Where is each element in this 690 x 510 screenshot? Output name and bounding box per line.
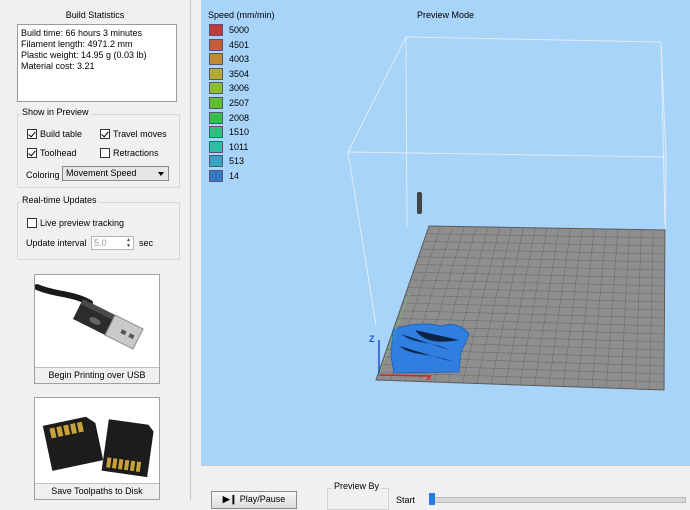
legend-value: 1510 (229, 127, 250, 138)
build-table-checkbox[interactable]: Build table (27, 129, 82, 139)
legend-value: 1011 (229, 141, 249, 152)
retractions-checkbox[interactable]: Retractions (100, 148, 159, 158)
save-toolpaths-label: Save Toolpaths to Disk (35, 483, 159, 499)
legend-value: 2008 (229, 112, 250, 123)
sd-card-icon (42, 416, 154, 478)
legend-value: 4501 (229, 39, 250, 50)
preview-3d-scene: ✕ (347, 36, 667, 391)
build-table-label: Build table (40, 129, 83, 139)
legend-item: 2008 (209, 111, 250, 124)
realtime-updates-group: Real-time Updates (17, 195, 180, 260)
legend-item: 4501 (209, 38, 250, 51)
legend-item: 4003 (209, 53, 250, 66)
legend-swatch (209, 53, 223, 66)
coloring-label: Coloring (26, 170, 60, 180)
legend-item: 1011 (209, 140, 249, 153)
stat-material-cost: Material cost: 3.21 (21, 61, 95, 71)
coloring-value: Movement Speed (66, 168, 137, 178)
legend-title: Speed (mm/min) (208, 10, 275, 20)
begin-printing-usb-button[interactable]: Begin Printing over USB (34, 274, 160, 384)
svg-text:✕: ✕ (425, 373, 433, 383)
legend-value: 513 (229, 156, 245, 167)
legend-value: 3504 (229, 68, 250, 79)
legend-swatch (209, 126, 223, 139)
build-statistics-title: Build Statistics (65, 10, 125, 20)
retractions-check-icon[interactable] (100, 148, 110, 158)
legend-value: 4003 (229, 54, 250, 65)
update-interval-unit: sec (139, 238, 154, 248)
stat-filament-length: Filament length: 4971.2 mm (21, 39, 133, 49)
preview-by-group: Preview By (327, 481, 389, 510)
start-slider-track[interactable] (429, 497, 686, 503)
live-preview-tracking-checkbox[interactable]: Live preview tracking (27, 218, 124, 228)
play-pause-icon: ▶❙ (222, 494, 238, 504)
retractions-label: Retractions (113, 148, 159, 158)
legend-swatch (209, 24, 223, 36)
left-panel: Build Statistics Build time: 66 hours 3 … (0, 0, 191, 500)
coloring-select[interactable]: Movement Speed (62, 166, 169, 181)
preview-viewport[interactable]: ✕ Preview Mode Speed (mm/min) 5000 4501 40… (201, 0, 690, 465)
travel-moves-label: Travel moves (113, 129, 167, 139)
travel-moves-check-icon[interactable] (100, 129, 110, 139)
save-toolpaths-button[interactable]: Save Toolpaths to Disk (34, 397, 160, 500)
stat-plastic-weight: Plastic weight: 14.95 g (0.03 lb) (21, 50, 147, 60)
start-slider-thumb[interactable] (429, 493, 435, 505)
update-interval-label: Update interval (26, 238, 87, 248)
legend-swatch (209, 170, 223, 182)
toolhead-marker (417, 192, 422, 214)
realtime-updates-label: Real-time Updates (20, 195, 99, 205)
legend-value: 5000 (229, 25, 250, 35)
build-table-check-icon[interactable] (27, 129, 37, 139)
show-in-preview-label: Show in Preview (20, 107, 91, 117)
legend-swatch (209, 67, 223, 80)
legend-swatch (209, 82, 223, 95)
legend-item: 513 (209, 155, 245, 168)
legend-value: 14 (229, 171, 240, 181)
play-pause-button[interactable]: ▶❙ Play/Pause (211, 491, 297, 509)
legend-swatch (209, 155, 223, 168)
update-interval-spinner[interactable]: 5.0 ▲ ▼ (91, 236, 134, 250)
begin-printing-usb-label: Begin Printing over USB (35, 367, 159, 383)
start-label: Start (396, 495, 416, 505)
playback-controls: ▶❙ Play/Pause Preview By Start (201, 465, 690, 510)
legend-swatch (209, 38, 223, 51)
legend-swatch (209, 97, 223, 109)
toolhead-check-icon[interactable] (27, 148, 37, 158)
legend-item: 3504 (209, 67, 250, 80)
chevron-down-icon (158, 172, 164, 176)
legend-swatch (209, 111, 223, 124)
update-interval-value: 5.0 (94, 238, 107, 248)
toolhead-label: Toolhead (40, 148, 77, 158)
legend-item: 5000 (209, 24, 249, 36)
usb-cable-icon (34, 284, 144, 350)
legend-value: 2507 (229, 98, 250, 108)
stat-build-time: Build time: 66 hours 3 minutes (21, 28, 143, 38)
preview-by-label: Preview By (332, 481, 382, 491)
axis-z-label: Z (369, 334, 375, 344)
legend-item: 2507 (209, 97, 249, 109)
live-preview-tracking-check-icon[interactable] (27, 218, 37, 228)
legend-item: 1510 (209, 126, 250, 139)
play-pause-label: Play/Pause (239, 494, 286, 504)
build-statistics-box: Build time: 66 hours 3 minutes Filament … (17, 24, 177, 102)
live-preview-tracking-label: Live preview tracking (40, 218, 125, 228)
legend-swatch (209, 140, 223, 153)
legend-value: 3006 (229, 83, 250, 94)
spinner-arrows-icon[interactable]: ▲ ▼ (125, 237, 132, 249)
toolhead-checkbox[interactable]: Toolhead (27, 148, 77, 158)
legend-item: 3006 (209, 82, 250, 95)
legend-item: 14 (209, 170, 239, 182)
travel-moves-checkbox[interactable]: Travel moves (100, 129, 167, 139)
